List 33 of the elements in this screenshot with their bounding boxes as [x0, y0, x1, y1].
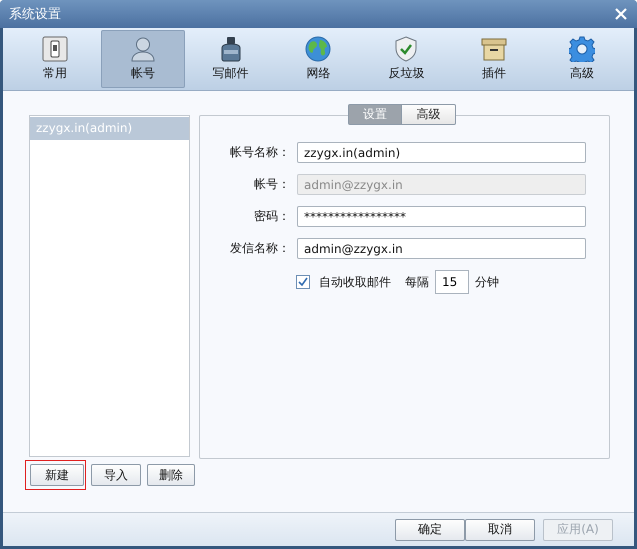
- account-button[interactable]: 新建: [30, 464, 84, 486]
- account-button[interactable]: 删除: [147, 464, 195, 486]
- toolbar-item[interactable]: 帐号: [100, 30, 185, 88]
- switch-icon: [42, 36, 68, 62]
- toolbar-item[interactable]: 插件: [452, 30, 536, 88]
- interval-field[interactable]: 15: [435, 270, 469, 294]
- dialog-button[interactable]: 确定: [395, 518, 465, 540]
- input-field[interactable]: *****************: [297, 206, 586, 227]
- unit-label: 分钟: [475, 274, 499, 290]
- account-button[interactable]: 导入: [91, 464, 141, 486]
- close-icon[interactable]: [615, 8, 627, 20]
- field-label: 帐号名称：: [229, 144, 290, 161]
- gear-icon: [569, 36, 596, 62]
- tab[interactable]: 高级: [402, 104, 456, 125]
- field-label: 密码：: [253, 208, 290, 225]
- checkbox-label: 自动收取邮件: [319, 274, 391, 290]
- field-label: 发信名称：: [229, 240, 290, 257]
- toolbar-item[interactable]: 写邮件: [188, 30, 273, 88]
- input-field[interactable]: admin@zzygx.in: [297, 238, 586, 259]
- input-field[interactable]: zzygx.in(admin): [297, 142, 586, 163]
- toolbar-item[interactable]: 网络: [276, 30, 360, 88]
- dialog-button[interactable]: 取消: [465, 518, 535, 540]
- toolbar-item[interactable]: 反垃圾: [364, 30, 448, 88]
- checkbox[interactable]: [296, 275, 310, 289]
- box-icon: [481, 36, 508, 62]
- toolbar-item[interactable]: 常用: [13, 30, 97, 88]
- window-title: 系统设置: [9, 6, 61, 23]
- person-icon: [130, 36, 156, 62]
- toolbar-item[interactable]: 高级: [540, 30, 624, 88]
- shield-icon: [393, 36, 420, 62]
- interval-label: 每隔: [405, 274, 429, 290]
- globe-icon: [305, 36, 332, 62]
- field-label: 帐号：: [253, 176, 290, 193]
